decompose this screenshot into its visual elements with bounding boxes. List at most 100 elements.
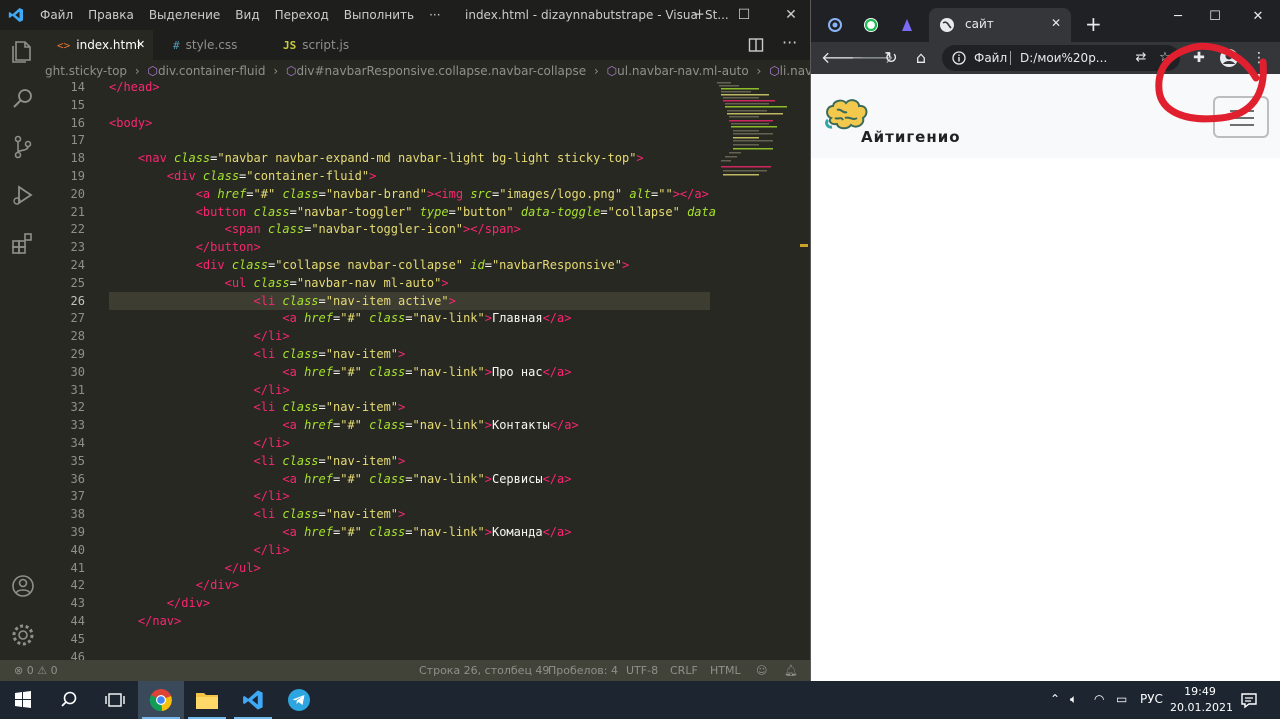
back-arrow-icon[interactable]: 🡐 <box>821 48 864 68</box>
windows-start-icon[interactable] <box>0 681 46 719</box>
code-line[interactable]: 37 </li> <box>45 487 710 505</box>
chrome-taskbar-button[interactable] <box>138 681 184 719</box>
code-line[interactable]: 15 <box>45 96 710 114</box>
code-line[interactable]: 17 <box>45 131 710 149</box>
forward-arrow-icon[interactable]: 🡒 <box>851 48 894 68</box>
search-icon[interactable] <box>10 86 36 112</box>
code-line[interactable]: 39 <a href="#" class="nav-link">Команда<… <box>45 523 710 541</box>
menu-file[interactable]: Файл <box>40 8 73 22</box>
account-icon[interactable] <box>10 573 36 599</box>
code-line[interactable]: 27 <a href="#" class="nav-link">Главная<… <box>45 309 710 327</box>
notification-center-icon[interactable] <box>1240 691 1258 709</box>
code-line[interactable]: 23 </button> <box>45 238 710 256</box>
encoding[interactable]: UTF-8 <box>626 660 658 681</box>
code-line[interactable]: 29 <li class="nav-item"> <box>45 345 710 363</box>
site-brand-name[interactable]: Айтигенио <box>861 128 961 146</box>
navbar-toggler-button[interactable] <box>1213 96 1269 138</box>
code-line[interactable]: 14 </head> <box>45 78 710 96</box>
code-line[interactable]: 20 <a href="#" class="navbar-brand"><img… <box>45 185 710 203</box>
code-line[interactable]: 45 <box>45 630 710 648</box>
close-icon[interactable]: ✕ <box>1247 6 1269 28</box>
menu-more[interactable]: ··· <box>429 8 440 22</box>
tab-close-icon[interactable]: ✕ <box>136 30 145 60</box>
file-explorer-taskbar-button[interactable] <box>184 681 230 719</box>
menu-selection[interactable]: Выделение <box>149 8 220 22</box>
task-view-icon[interactable] <box>92 681 138 719</box>
tab-index-html[interactable]: <> index.html ✕ <box>45 30 153 60</box>
code-line[interactable]: 19 <div class="container-fluid"> <box>45 167 710 185</box>
explorer-icon[interactable] <box>10 38 36 64</box>
minimize-icon[interactable]: ─ <box>688 4 710 26</box>
chrome-menu-icon[interactable]: ⋮ <box>1249 48 1269 68</box>
reload-icon[interactable]: ↻ <box>881 48 901 68</box>
menu-edit[interactable]: Правка <box>88 8 134 22</box>
code-line[interactable]: 38 <li class="nav-item"> <box>45 505 710 523</box>
code-line[interactable]: 18 <nav class="navbar navbar-expand-md n… <box>45 149 710 167</box>
split-editor-icon[interactable] <box>748 37 764 53</box>
source-control-icon[interactable] <box>10 134 36 160</box>
chrome-tab-active[interactable]: сайт ✕ <box>929 8 1071 42</box>
vscode-taskbar-button[interactable] <box>230 681 276 719</box>
address-bar[interactable]: Файл D:/мои%20р... ⇄ ☆ <box>942 45 1180 71</box>
feedback-icon[interactable]: ☺ <box>756 660 767 681</box>
problems-indicator[interactable]: ⊗ 0 ⚠ 0 <box>14 660 58 681</box>
bookmark-star-icon[interactable]: ☆ <box>1156 49 1174 67</box>
taskbar-clock[interactable]: 19:49 20.01.2021 <box>1170 684 1233 716</box>
menu-run[interactable]: Выполнить <box>344 8 414 22</box>
language-mode[interactable]: HTML <box>710 660 741 681</box>
notifications-bell-icon[interactable]: 🔔︎ <box>784 660 798 681</box>
code-line[interactable]: 31 </li> <box>45 381 710 399</box>
tab-style-css[interactable]: # style.css <box>161 30 261 60</box>
profile-avatar[interactable] <box>1219 48 1239 68</box>
new-tab-button[interactable]: + <box>1085 12 1102 36</box>
extensions-icon[interactable] <box>10 230 36 256</box>
telegram-taskbar-button[interactable] <box>276 681 322 719</box>
battery-icon[interactable]: ▭ <box>1116 692 1127 706</box>
chrome-tab-1[interactable] <box>821 8 849 42</box>
code-line[interactable]: 35 <li class="nav-item"> <box>45 452 710 470</box>
code-line[interactable]: 44 </nav> <box>45 612 710 630</box>
code-line[interactable]: 26 <li class="nav-item active"> <box>45 291 710 310</box>
breadcrumb-item[interactable]: ⬡ li.nav-item.activ <box>769 60 810 82</box>
end-of-line[interactable]: CRLF <box>670 660 698 681</box>
info-icon[interactable] <box>952 51 966 65</box>
home-icon[interactable]: ⌂ <box>911 48 931 68</box>
indentation[interactable]: Пробелов: 4 <box>548 660 618 681</box>
settings-gear-icon[interactable] <box>10 622 36 648</box>
code-line[interactable]: 28 </li> <box>45 327 710 345</box>
extensions-puzzle-icon[interactable]: ✚ <box>1189 48 1209 68</box>
code-line[interactable]: 16 <body> <box>45 114 710 132</box>
chrome-tab-3[interactable] <box>893 8 921 42</box>
code-line[interactable]: 40 </li> <box>45 541 710 559</box>
volume-icon[interactable]: 🔈︎ <box>1070 692 1077 707</box>
minimap[interactable] <box>715 80 795 190</box>
code-line[interactable]: 30 <a href="#" class="nav-link">Про нас<… <box>45 363 710 381</box>
show-hidden-icons-icon[interactable]: ⌃ <box>1050 692 1060 706</box>
code-line[interactable]: 32 <li class="nav-item"> <box>45 398 710 416</box>
search-icon[interactable] <box>46 681 92 719</box>
code-line[interactable]: 36 <a href="#" class="nav-link">Сервисы<… <box>45 470 710 488</box>
maximize-icon[interactable]: ☐ <box>1204 6 1226 28</box>
maximize-icon[interactable]: ☐ <box>733 4 755 26</box>
tab-script-js[interactable]: JS script.js <box>271 30 371 60</box>
menu-go[interactable]: Переход <box>275 8 329 22</box>
chrome-tab-2[interactable] <box>857 8 885 42</box>
cursor-position[interactable]: Строка 26, столбец 49 <box>419 660 549 681</box>
code-line[interactable]: 24 <div class="collapse navbar-collapse"… <box>45 256 710 274</box>
tab-close-icon[interactable]: ✕ <box>1051 16 1061 30</box>
code-line[interactable]: 41 </ul> <box>45 559 710 577</box>
run-debug-icon[interactable] <box>10 182 36 208</box>
code-line[interactable]: 43 </div> <box>45 594 710 612</box>
code-line[interactable]: 25 <ul class="navbar-nav ml-auto"> <box>45 274 710 292</box>
code-line[interactable]: 22 <span class="navbar-toggler-icon"></s… <box>45 220 710 238</box>
more-actions-icon[interactable]: ··· <box>782 33 797 52</box>
code-line[interactable]: 21 <button class="navbar-toggler" type="… <box>45 203 716 221</box>
wifi-icon[interactable]: ◠ <box>1094 692 1104 706</box>
close-icon[interactable]: ✕ <box>780 4 802 26</box>
translate-icon[interactable]: ⇄ <box>1132 49 1150 67</box>
input-language[interactable]: РУС <box>1140 692 1163 706</box>
code-editor[interactable]: 14 </head> 15 16 <body> 17 18 <nav class="navb… <box>45 78 716 664</box>
url-text[interactable]: D:/мои%20р... <box>1020 51 1107 65</box>
code-line[interactable]: 33 <a href="#" class="nav-link">Контакты… <box>45 416 710 434</box>
menu-view[interactable]: Вид <box>235 8 259 22</box>
